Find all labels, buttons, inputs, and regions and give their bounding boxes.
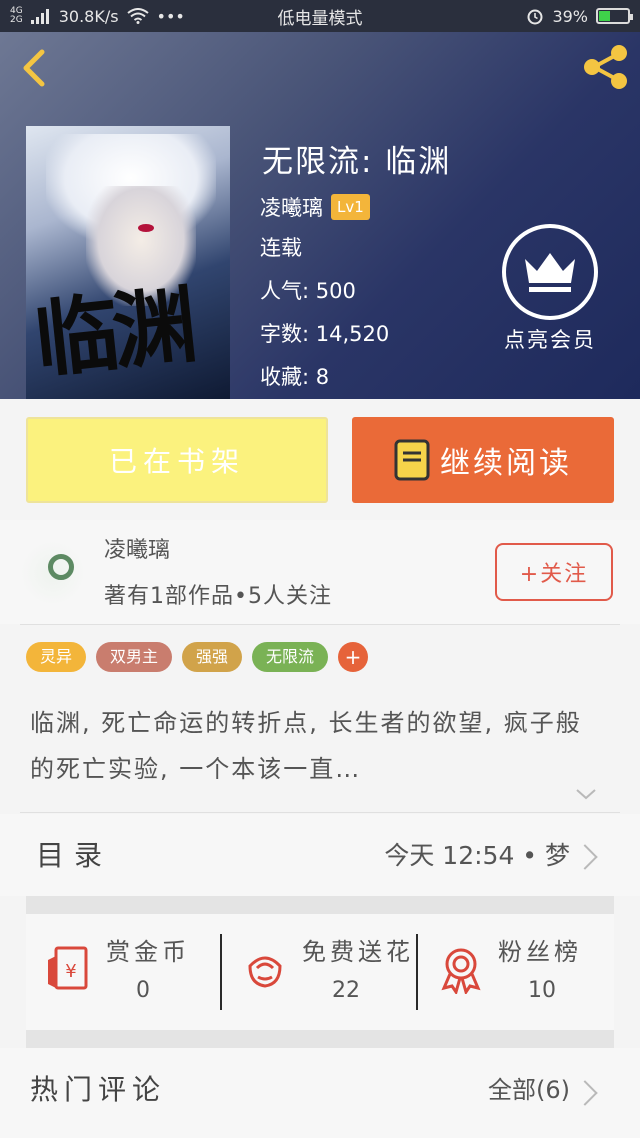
tag-list: 灵异 双男主 强强 无限流 +	[26, 642, 369, 672]
author-card[interactable]: 凌曦璃 著有1部作品•5人关注 +关注	[0, 520, 640, 624]
fan-ranking-value: 10	[528, 978, 556, 1003]
book-cover[interactable]: 临渊	[26, 126, 230, 399]
chevron-right-icon	[572, 844, 598, 870]
hot-comments-header[interactable]: 热门评论 全部(6)	[0, 1048, 640, 1138]
author-avatar[interactable]	[20, 542, 86, 604]
toc-label: 目录	[36, 839, 113, 872]
flower-icon	[248, 956, 282, 988]
share-icon[interactable]	[580, 44, 632, 90]
fan-ranking-title: 粉丝榜	[498, 938, 582, 966]
reward-stats: ¥ 赏金币 0 免费送花 22 粉丝榜 10	[26, 914, 614, 1030]
vip-button[interactable]: 点亮会员	[498, 224, 602, 354]
table-of-contents-row[interactable]: 目录 今天 12:54 • 梦	[0, 814, 640, 896]
book-description[interactable]: 临渊, 死亡命运的转折点, 长生者的欲望, 疯子般的死亡实验, 一个本该一直…	[30, 700, 590, 792]
battery-percent: 39%	[552, 6, 588, 26]
tag[interactable]: 灵异	[26, 642, 87, 672]
status-bar: 4G 2G 30.8K/s ••• 低电量模式 39%	[0, 0, 640, 32]
book-icon	[394, 439, 430, 481]
reward-coins-value: 0	[136, 978, 150, 1003]
alarm-icon	[527, 9, 543, 25]
in-bookshelf-button[interactable]: 已在书架	[26, 417, 328, 503]
free-flower-value: 22	[332, 978, 360, 1003]
section-separator	[26, 896, 614, 914]
author-card-stats: 著有1部作品•5人关注	[104, 584, 332, 609]
expand-chevron-icon[interactable]	[574, 782, 598, 806]
book-header: 临渊 无限流: 临渊 凌曦璃 Lv1 连载 人气: 500 字数: 14,520…	[0, 32, 640, 399]
author-level-badge: Lv1	[331, 194, 370, 220]
divider	[20, 624, 620, 625]
serial-status: 连载	[260, 236, 302, 260]
hot-comments-title: 热门评论	[30, 1073, 167, 1106]
tag[interactable]: 无限流	[252, 642, 329, 672]
svg-text:¥: ¥	[65, 961, 76, 982]
signal-icon	[30, 9, 49, 24]
latest-update: 今天 12:54 • 梦	[384, 841, 570, 870]
all-comments-link[interactable]: 全部(6)	[488, 1070, 570, 1105]
popularity: 人气: 500	[260, 279, 356, 303]
favorites-count: 收藏: 8	[260, 365, 330, 389]
reward-coins-title: 赏金币	[106, 938, 190, 966]
fan-ranking-item[interactable]: 粉丝榜 10	[418, 914, 614, 1030]
continue-reading-button[interactable]: 继续阅读	[352, 417, 614, 503]
free-flower-title: 免费送花	[302, 938, 414, 966]
reward-coins-item[interactable]: ¥ 赏金币 0	[26, 914, 222, 1030]
medal-icon	[441, 948, 481, 994]
wifi-icon	[126, 8, 149, 24]
red-envelope-icon: ¥	[48, 946, 88, 990]
divider	[20, 812, 620, 813]
network-indicator: 4G 2G	[10, 6, 23, 25]
tag[interactable]: 双男主	[96, 642, 173, 672]
continue-reading-label: 继续阅读	[440, 446, 572, 481]
tag[interactable]: 强强	[182, 642, 243, 672]
vip-label: 点亮会员	[504, 328, 596, 352]
free-flower-item[interactable]: 免费送花 22	[222, 914, 418, 1030]
follow-button[interactable]: +关注	[495, 543, 613, 601]
add-tag-button[interactable]: +	[338, 642, 369, 672]
cover-title-art: 临渊	[29, 275, 196, 390]
author-name[interactable]: 凌曦璃	[260, 192, 323, 222]
word-count: 字数: 14,520	[260, 322, 390, 346]
section-separator	[26, 1030, 614, 1048]
back-arrow-icon[interactable]	[12, 44, 58, 90]
author-card-name: 凌曦璃	[104, 538, 171, 563]
more-notifications-icon: •••	[156, 6, 185, 26]
crown-icon	[525, 253, 575, 292]
book-title: 无限流: 临渊	[262, 144, 452, 180]
chevron-right-icon	[572, 1080, 598, 1106]
battery-icon	[596, 8, 633, 24]
network-speed: 30.8K/s	[58, 6, 119, 26]
